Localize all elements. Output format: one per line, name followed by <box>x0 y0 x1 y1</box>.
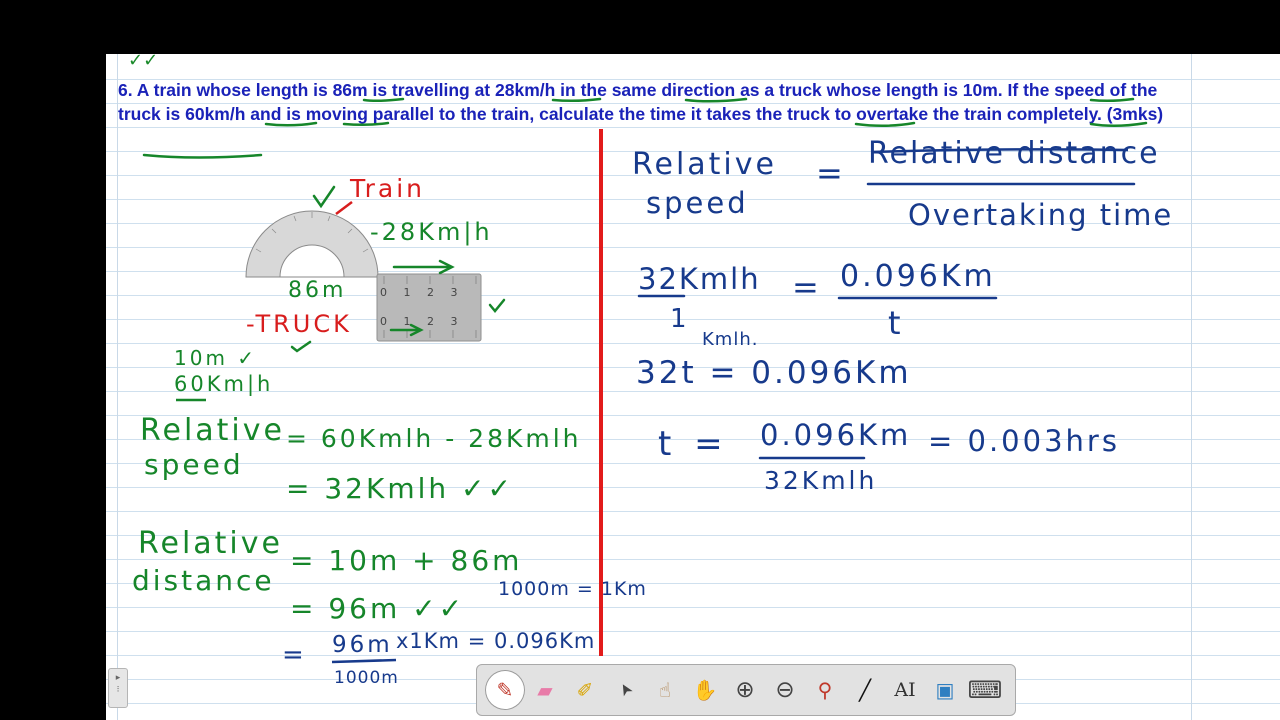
formula-lhs-2: speed <box>646 186 749 220</box>
step2-unit-note: Kmlh. <box>702 329 759 350</box>
relative-distance-step-2: = 96m ✓✓ <box>290 592 466 625</box>
eyedropper-icon[interactable]: ⚲ <box>805 670 845 710</box>
truck-length-note: 10m ✓ <box>174 346 258 370</box>
step3-denominator: 32Kmlh <box>764 466 878 495</box>
ruler-top-labels: 0 1 2 3 <box>380 286 458 299</box>
conversion-note: 1000m = 1Km <box>498 578 647 600</box>
tick-truck <box>290 340 312 353</box>
tick-train <box>312 185 336 209</box>
formula-numerator: Relative distance <box>868 136 1160 171</box>
96m-step-denominator: 1000m <box>334 668 399 688</box>
pen-tool-icon[interactable]: ✎ <box>485 670 525 710</box>
select-arrow-icon[interactable]: ➤ <box>598 663 653 718</box>
underline-86m <box>362 97 405 103</box>
protractor-icon <box>245 210 379 278</box>
underline-overtake <box>1089 121 1148 127</box>
step2-equation: 32t = 0.096Km <box>636 355 912 391</box>
red-divider-line <box>599 129 603 656</box>
underline-truck <box>264 121 318 127</box>
relative-distance-label-2: distance <box>132 564 275 597</box>
step3-numerator: 0.096Km <box>760 418 912 452</box>
96m-step-numerator: 96m <box>332 632 393 658</box>
underline-28kmh <box>551 97 602 103</box>
text-tool-icon[interactable]: AI <box>885 670 925 710</box>
underline-60kmh <box>342 121 390 127</box>
96m-fraction-bar <box>331 658 397 664</box>
train-speed-note: -28Km|h <box>370 218 493 246</box>
step1-lhs-denominator: 1 <box>670 304 690 334</box>
zoom-out-icon[interactable]: ⊖ <box>765 670 805 710</box>
train-pointer-line <box>335 201 353 215</box>
screenshot-icon[interactable]: ▣ <box>925 670 965 710</box>
pan-hand-icon[interactable]: ✋ <box>685 670 725 710</box>
pointer-hand-icon[interactable]: ☝ <box>645 670 685 710</box>
eraser-tool-icon[interactable]: ▰ <box>525 670 565 710</box>
step3-lhs: t = <box>658 424 729 464</box>
truck-speed-note: 60Km|h <box>174 372 274 396</box>
whiteboard-page[interactable]: ✓✓ 6. A train whose length is 86m is tra… <box>106 54 1280 720</box>
step1-rhs-numerator: 0.096Km <box>840 259 996 294</box>
relative-distance-step-1: = 10m + 86m <box>290 544 523 577</box>
step1-lhs-numerator: 32Kmlh <box>638 262 761 296</box>
annotation-toolbar: ✎ ▰ ✐ ➤ ☝ ✋ ⊕ ⊖ ⚲ ╱ AI ▣ ⌨ <box>476 664 1016 716</box>
relative-speed-label-2: speed <box>144 448 244 481</box>
side-panel-toggle[interactable]: ▸ ⁝ <box>108 668 128 708</box>
underline-time-it <box>854 121 916 127</box>
truck-label: -TRUCK <box>246 310 352 338</box>
relative-speed-step-2: = 32Kmlh ✓✓ <box>286 472 514 505</box>
train-label: Train <box>350 174 425 203</box>
train-length-note: 86m <box>288 278 347 303</box>
highlighter-tool-icon[interactable]: ✐ <box>565 670 605 710</box>
ruler-bottom-labels: 0 1 2 3 <box>380 315 458 328</box>
step1-rhs-denominator: t <box>888 304 904 342</box>
formula-lhs-1: Relative <box>632 147 777 182</box>
line-tool-icon[interactable]: ╱ <box>845 670 885 710</box>
step3-result: = 0.003hrs <box>928 424 1120 458</box>
keyboard-icon[interactable]: ⌨ <box>965 670 1005 710</box>
relative-speed-step-1: = 60Kmlh - 28Kmlh <box>286 424 582 453</box>
expand-arrow-icon: ▸ <box>115 673 121 683</box>
formula-equals: = <box>816 154 846 192</box>
step1-equals: = <box>792 268 822 306</box>
underline-10m <box>1089 97 1135 103</box>
underline-completely <box>142 153 263 159</box>
formula-denominator: Overtaking time <box>908 198 1174 232</box>
relative-speed-label-1: Relative <box>140 413 285 448</box>
96m-step-equals: = <box>282 640 307 670</box>
underline-same-direction <box>684 97 748 103</box>
96m-step-result: x1Km = 0.096Km <box>396 629 596 653</box>
grip-icon: ⁝ <box>116 685 120 695</box>
relative-distance-label-1: Relative <box>138 526 283 561</box>
tick-ruler <box>488 298 506 313</box>
zoom-in-icon[interactable]: ⊕ <box>725 670 765 710</box>
